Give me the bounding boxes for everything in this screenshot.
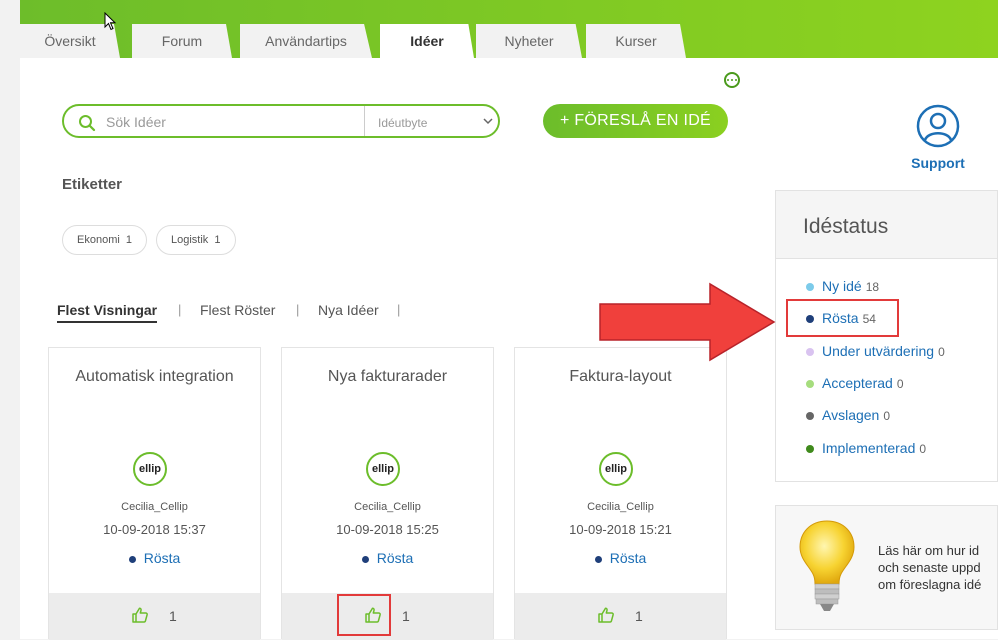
- sort-divider: |: [397, 302, 401, 317]
- support-link[interactable]: Support: [908, 104, 968, 171]
- tab-kurser[interactable]: Kurser: [586, 24, 686, 58]
- status-highlight-box: [786, 299, 899, 337]
- search-icon[interactable]: [78, 114, 96, 132]
- vote-count: 1: [635, 608, 643, 624]
- idea-author[interactable]: Cecilia_Cellip: [282, 501, 493, 513]
- idea-date: 10-09-2018 15:25: [336, 522, 439, 537]
- mouse-cursor-icon: [104, 12, 117, 31]
- status-dot-icon: [128, 555, 136, 563]
- search-divider: [364, 106, 365, 136]
- tab-ideer[interactable]: Idéer: [380, 24, 474, 58]
- idea-date: 10-09-2018 15:21: [569, 522, 672, 537]
- sort-most-votes[interactable]: Flest Röster: [200, 302, 275, 318]
- thumbs-up-icon[interactable]: [131, 606, 149, 624]
- tab-forum[interactable]: Forum: [132, 24, 232, 58]
- tab-anvandartips[interactable]: Användartips: [240, 24, 372, 58]
- more-options-icon[interactable]: [724, 72, 740, 88]
- thumb-highlight-box: [337, 594, 391, 636]
- idea-title[interactable]: Nya fakturarader: [282, 368, 493, 386]
- status-implemented[interactable]: Implementerad 0: [806, 440, 926, 456]
- search-bar: Sök Idéer Idéutbyte: [62, 104, 500, 138]
- author-avatar: ellip: [599, 452, 633, 486]
- idea-status: Rösta: [282, 550, 493, 566]
- chevron-down-icon[interactable]: [482, 115, 494, 127]
- status-dot-icon: [806, 283, 814, 292]
- sort-divider: |: [296, 302, 300, 317]
- lightbulb-icon: [799, 520, 855, 611]
- idea-card[interactable]: Automatisk integration ellip Cecilia_Cel…: [48, 347, 261, 640]
- vote-count: 1: [169, 608, 177, 624]
- status-accepted[interactable]: Accepterad 0: [806, 375, 904, 391]
- status-dot-icon: [806, 348, 814, 357]
- idea-title[interactable]: Automatisk integration: [49, 368, 260, 386]
- idea-status: Rösta: [49, 550, 260, 566]
- category-select[interactable]: Idéutbyte: [378, 116, 427, 130]
- red-arrow-icon: [599, 282, 776, 362]
- info-text: Läs här om hur id och senaste uppd om fö…: [878, 543, 982, 592]
- info-box[interactable]: Läs här om hur id och senaste uppd om fö…: [775, 505, 998, 630]
- thumbs-up-icon[interactable]: [597, 606, 615, 624]
- card-footer: 1: [515, 593, 726, 640]
- support-label: Support: [911, 155, 965, 171]
- idea-title[interactable]: Faktura-layout: [515, 368, 726, 386]
- search-input[interactable]: Sök Idéer: [106, 114, 166, 130]
- status-dot-icon: [806, 412, 814, 421]
- author-avatar: ellip: [366, 452, 400, 486]
- left-margin: [0, 0, 20, 639]
- idea-date: 10-09-2018 15:37: [103, 522, 206, 537]
- status-rejected[interactable]: Avslagen 0: [806, 407, 890, 423]
- tags-title: Etiketter: [62, 176, 123, 193]
- tag-ekonomi[interactable]: Ekonomi 1: [62, 225, 148, 255]
- panel-title: Idéstatus: [803, 215, 889, 238]
- status-dot-icon: [806, 445, 814, 454]
- idea-card[interactable]: Faktura-layout ellip Cecilia_Cellip 10-0…: [514, 347, 727, 640]
- tag-logistik[interactable]: Logistik 1: [156, 225, 236, 255]
- status-dot-icon: [361, 555, 369, 563]
- sort-most-views[interactable]: Flest Visningar: [57, 302, 158, 323]
- sort-new-ideas[interactable]: Nya Idéer: [318, 302, 379, 318]
- card-footer: 1: [49, 593, 260, 640]
- vote-count: 1: [402, 608, 410, 624]
- idea-status: Rösta: [515, 550, 726, 566]
- idea-author[interactable]: Cecilia_Cellip: [49, 501, 260, 513]
- status-new-idea[interactable]: Ny idé 18: [806, 278, 879, 294]
- sort-divider: |: [178, 302, 182, 317]
- idea-author[interactable]: Cecilia_Cellip: [515, 501, 726, 513]
- propose-idea-button[interactable]: + FÖRESLÅ EN IDÉ: [543, 104, 728, 138]
- support-user-icon: [916, 104, 960, 148]
- author-avatar: ellip: [133, 452, 167, 486]
- status-dot-icon: [806, 380, 814, 389]
- status-dot-icon: [594, 555, 602, 563]
- tab-nyheter[interactable]: Nyheter: [476, 24, 582, 58]
- status-under-review[interactable]: Under utvärdering 0: [806, 343, 945, 359]
